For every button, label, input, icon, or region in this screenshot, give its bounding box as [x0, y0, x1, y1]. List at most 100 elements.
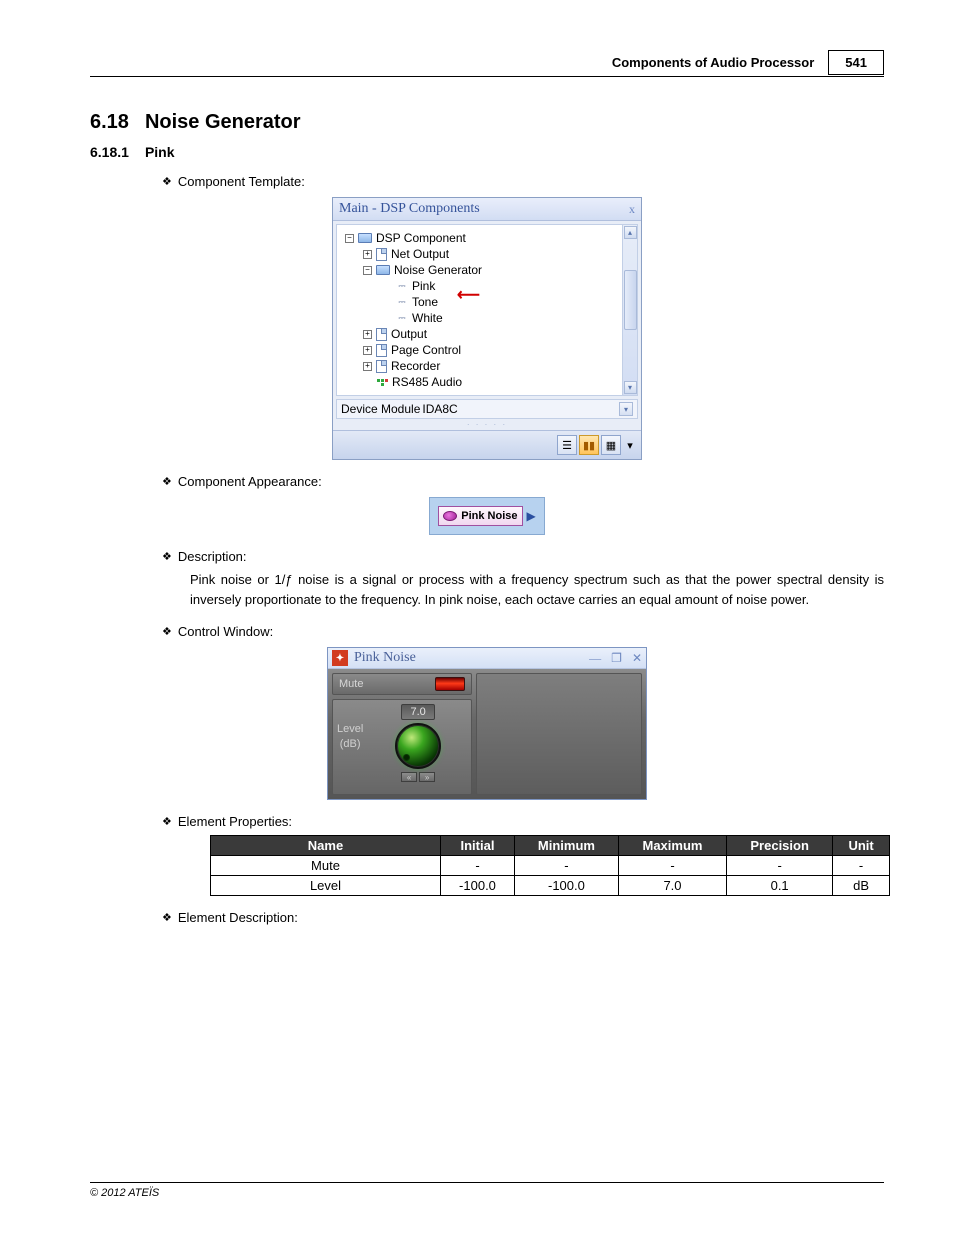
device-module-label: Device Module — [341, 402, 420, 416]
control-window: ✦ Pink Noise — ❐ ✕ Mute L — [327, 647, 647, 800]
scroll-up-icon[interactable]: ▴ — [624, 226, 637, 239]
collapse-icon[interactable]: − — [345, 234, 354, 243]
view-list-button[interactable]: ☰ — [557, 435, 577, 455]
tree-label: RS485 Audio — [392, 375, 462, 389]
th-name: Name — [211, 836, 441, 856]
element-properties-table: Name Initial Minimum Maximum Precision U… — [210, 835, 890, 896]
collapse-icon[interactable]: − — [363, 266, 372, 275]
component-tree[interactable]: − DSP Component + Net Output −Noise Genera… — [337, 225, 622, 395]
scroll-down-icon[interactable]: ▾ — [624, 381, 637, 394]
level-knob[interactable] — [395, 723, 441, 769]
page-icon — [376, 328, 387, 341]
expand-icon[interactable]: + — [363, 250, 372, 259]
bullet-elprops: Element Properties: — [178, 814, 292, 829]
app-icon: ✦ — [332, 650, 348, 666]
columns-icon: ▮▮ — [583, 439, 595, 452]
th-unit: Unit — [833, 836, 890, 856]
description-text: Pink noise or 1/ƒ noise is a signal or p… — [190, 570, 884, 610]
tree-white[interactable]: ⎓White — [339, 310, 622, 326]
chevron-down-icon[interactable]: ▾ — [619, 402, 633, 416]
resize-grip[interactable]: · · · · · — [333, 419, 641, 430]
tree-label: Pink — [412, 279, 435, 293]
tree-label: Output — [391, 327, 427, 341]
cell: - — [833, 856, 890, 876]
cell: -100.0 — [514, 876, 618, 896]
page-icon — [376, 360, 387, 373]
tree-tone[interactable]: ⎓ Tone — [339, 294, 622, 310]
output-port-icon[interactable]: ▶ — [527, 509, 536, 523]
pink-noise-chip[interactable]: Pink Noise — [438, 506, 522, 526]
cell: -100.0 — [441, 876, 515, 896]
cell: - — [441, 856, 515, 876]
panel-title: Main - DSP Components — [339, 201, 480, 217]
signal-icon: ⎓ — [396, 297, 408, 308]
bullet-eldesc: Element Description: — [178, 910, 298, 925]
tree-noise-generator[interactable]: −Noise Generator — [339, 262, 622, 278]
tree-output[interactable]: + Output — [339, 326, 622, 342]
folder-open-icon — [376, 265, 390, 275]
table-row: Level -100.0 -100.0 7.0 0.1 dB — [211, 876, 890, 896]
section-number: 6.18 — [90, 111, 129, 134]
bullet-icon: ❖ — [162, 625, 172, 638]
cell: - — [618, 856, 726, 876]
list-icon: ☰ — [562, 439, 572, 452]
scroll-thumb[interactable] — [624, 270, 637, 330]
tree-recorder[interactable]: + Recorder — [339, 358, 622, 374]
view-columns-button[interactable]: ▮▮ — [579, 435, 599, 455]
cell: - — [514, 856, 618, 876]
tree-net-output[interactable]: + Net Output — [339, 246, 622, 262]
expand-icon[interactable]: + — [363, 330, 372, 339]
cell: Level — [211, 876, 441, 896]
expand-icon[interactable]: + — [363, 362, 372, 371]
minimize-icon[interactable]: — — [589, 651, 601, 666]
increment-button[interactable]: » — [419, 772, 435, 782]
view-dropdown[interactable]: ▾ — [623, 435, 637, 455]
maximize-icon[interactable]: ❐ — [611, 651, 622, 666]
cell: 0.1 — [727, 876, 833, 896]
tree-rs485[interactable]: RS485 Audio — [339, 374, 622, 390]
tree-label: Net Output — [391, 247, 449, 261]
chevron-down-icon: ▾ — [627, 439, 633, 452]
signal-icon: ⎓ — [396, 281, 408, 292]
bullet-icon: ❖ — [162, 815, 172, 828]
level-value[interactable]: 7.0 — [401, 704, 435, 720]
component-chip: Pink Noise ▶ — [429, 497, 544, 535]
device-module-select[interactable]: IDA8C ▾ — [422, 402, 633, 416]
tree-root[interactable]: − DSP Component — [339, 230, 622, 246]
bullet-appearance: Component Appearance: — [178, 474, 322, 489]
empty-pane — [476, 673, 642, 795]
mute-indicator[interactable] — [435, 677, 465, 691]
cell: dB — [833, 876, 890, 896]
bullet-icon: ❖ — [162, 175, 172, 188]
page-icon — [376, 344, 387, 357]
header-title: Components of Audio Processor — [612, 55, 814, 70]
footer-copyright: © 2012 ATEÏS — [90, 1182, 884, 1199]
window-title: Pink Noise — [354, 650, 416, 666]
cell: Mute — [211, 856, 441, 876]
dsp-components-panel: Main - DSP Components x − DSP Component +… — [332, 197, 642, 460]
tree-label: Page Control — [391, 343, 461, 357]
folder-open-icon — [358, 233, 372, 243]
th-prec: Precision — [727, 836, 833, 856]
page-icon — [376, 248, 387, 261]
decrement-button[interactable]: « — [401, 772, 417, 782]
th-min: Minimum — [514, 836, 618, 856]
scrollbar[interactable]: ▴ ▾ — [622, 225, 637, 395]
device-module-value: IDA8C — [422, 402, 619, 416]
view-grid-button[interactable]: ▦ — [601, 435, 621, 455]
bullet-template: Component Template: — [178, 174, 305, 189]
tree-label: White — [412, 311, 443, 325]
subsection-title: Pink — [145, 144, 175, 160]
close-icon[interactable]: x — [629, 202, 635, 217]
bullet-icon: ❖ — [162, 475, 172, 488]
mute-control[interactable]: Mute — [332, 673, 472, 695]
tree-label: DSP Component — [376, 231, 466, 245]
tree-label: Recorder — [391, 359, 440, 373]
tree-page-control[interactable]: + Page Control — [339, 342, 622, 358]
tree-label: Tone — [412, 295, 438, 309]
close-icon[interactable]: ✕ — [632, 651, 642, 666]
grid-icon: ▦ — [606, 439, 616, 452]
tree-pink[interactable]: ⎓ Pink — [339, 278, 622, 294]
section-title: Noise Generator — [145, 111, 301, 134]
expand-icon[interactable]: + — [363, 346, 372, 355]
